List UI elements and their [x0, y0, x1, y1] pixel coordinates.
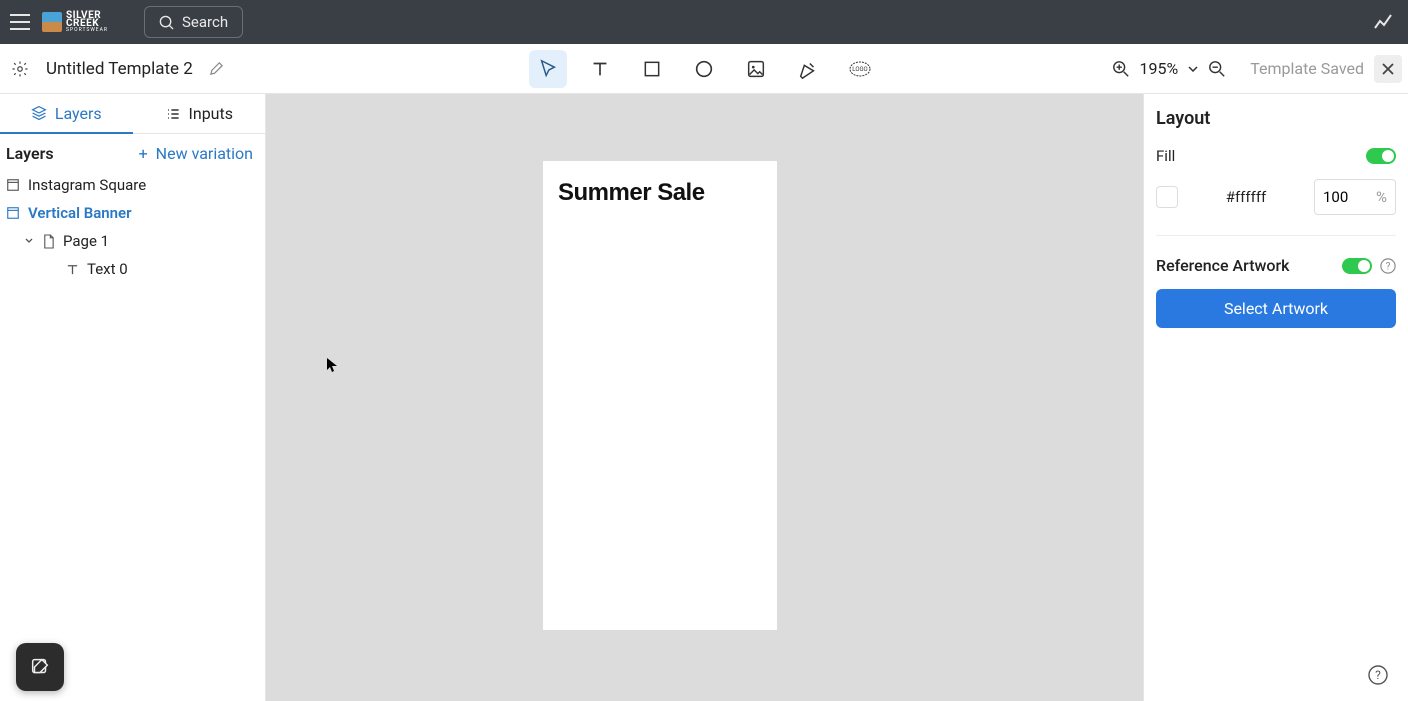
- cursor-icon: [537, 58, 559, 80]
- frame-icon: [6, 178, 20, 192]
- gear-icon: [11, 60, 29, 78]
- layer-item-vertical-banner[interactable]: Vertical Banner: [0, 199, 265, 227]
- caret-down-icon[interactable]: [24, 238, 34, 244]
- search-label: Search: [182, 13, 228, 31]
- pen-icon: [797, 58, 819, 80]
- new-variation-button[interactable]: + New variation: [139, 144, 253, 163]
- svg-text:?: ?: [1375, 668, 1381, 682]
- edit-fab[interactable]: [16, 643, 64, 691]
- reference-artwork-label: Reference Artwork: [1156, 256, 1334, 275]
- fill-label: Fill: [1156, 147, 1175, 165]
- search-icon: [159, 15, 174, 30]
- select-artwork-button[interactable]: Select Artwork: [1156, 289, 1396, 328]
- square-icon: [642, 59, 662, 79]
- page-icon: [42, 234, 55, 249]
- close-button[interactable]: [1374, 55, 1402, 83]
- image-tool[interactable]: [737, 50, 775, 88]
- hamburger-menu-icon[interactable]: [10, 14, 30, 30]
- canvas[interactable]: Summer Sale: [266, 94, 1143, 701]
- help-icon[interactable]: ?: [1380, 258, 1396, 274]
- mouse-cursor: [326, 357, 338, 373]
- tab-inputs[interactable]: Inputs: [133, 94, 266, 134]
- text-icon: [66, 263, 79, 276]
- layer-item-text0[interactable]: Text 0: [0, 255, 265, 283]
- zoom-in-button[interactable]: [1112, 60, 1130, 78]
- text-icon: [589, 58, 611, 80]
- zoom-level[interactable]: 195%: [1140, 59, 1179, 78]
- frame-icon: [6, 206, 20, 220]
- layer-label: Page 1: [63, 232, 109, 250]
- chevron-down-icon[interactable]: [1188, 66, 1198, 72]
- layers-icon: [31, 105, 47, 121]
- edit-icon: [29, 656, 51, 678]
- tab-inputs-label: Inputs: [189, 104, 233, 123]
- help-button[interactable]: ?: [1368, 665, 1388, 685]
- zoom-in-icon: [1112, 60, 1130, 78]
- plus-icon: +: [139, 144, 148, 163]
- logo-tool[interactable]: LOGO: [841, 50, 879, 88]
- fill-color-swatch[interactable]: [1156, 186, 1178, 208]
- brand-swatch: [42, 12, 62, 32]
- brand-text: SILVER CREEK SPORTSWEAR: [66, 12, 108, 32]
- close-icon: [1382, 63, 1394, 75]
- svg-text:?: ?: [1386, 261, 1391, 272]
- image-icon: [745, 58, 767, 80]
- layout-heading: Layout: [1156, 108, 1396, 129]
- text-tool[interactable]: [581, 50, 619, 88]
- layers-title: Layers: [6, 144, 54, 163]
- fill-toggle[interactable]: [1366, 148, 1396, 164]
- artboard-vertical-banner[interactable]: Summer Sale: [543, 161, 777, 630]
- canvas-text[interactable]: Summer Sale: [558, 179, 705, 207]
- percent-label: %: [1376, 188, 1387, 206]
- tab-layers-label: Layers: [55, 104, 102, 123]
- reference-artwork-toggle[interactable]: [1342, 258, 1372, 274]
- rename-button[interactable]: [205, 57, 228, 80]
- pencil-icon: [209, 61, 224, 76]
- new-variation-label: New variation: [156, 144, 253, 163]
- fill-opacity-input[interactable]: 100 %: [1314, 179, 1396, 215]
- zoom-out-button[interactable]: [1208, 60, 1226, 78]
- opacity-value: 100: [1323, 188, 1376, 206]
- brand-logo[interactable]: SILVER CREEK SPORTSWEAR: [42, 11, 132, 33]
- ellipse-tool[interactable]: [685, 50, 723, 88]
- help-circle-icon: ?: [1368, 665, 1388, 685]
- select-artwork-label: Select Artwork: [1224, 299, 1328, 318]
- layer-label: Vertical Banner: [28, 204, 132, 222]
- layer-label: Instagram Square: [28, 176, 146, 194]
- rectangle-tool[interactable]: [633, 50, 671, 88]
- fill-hex-input[interactable]: #ffffff: [1190, 188, 1302, 206]
- tab-layers[interactable]: Layers: [0, 94, 133, 134]
- inputs-icon: [165, 106, 181, 122]
- settings-button[interactable]: [6, 55, 34, 83]
- circle-icon: [693, 58, 715, 80]
- zoom-out-icon: [1208, 60, 1226, 78]
- search-button[interactable]: Search: [144, 6, 243, 38]
- svg-text:LOGO: LOGO: [852, 66, 867, 73]
- layer-item-page1[interactable]: Page 1: [0, 227, 265, 255]
- select-tool[interactable]: [529, 50, 567, 88]
- layer-item-instagram-square[interactable]: Instagram Square: [0, 171, 265, 199]
- analytics-icon[interactable]: [1374, 14, 1392, 30]
- layer-label: Text 0: [87, 260, 128, 278]
- pen-tool[interactable]: [789, 50, 827, 88]
- template-name: Untitled Template 2: [46, 59, 193, 79]
- logo-icon: LOGO: [848, 57, 872, 81]
- save-status: Template Saved: [1250, 59, 1364, 78]
